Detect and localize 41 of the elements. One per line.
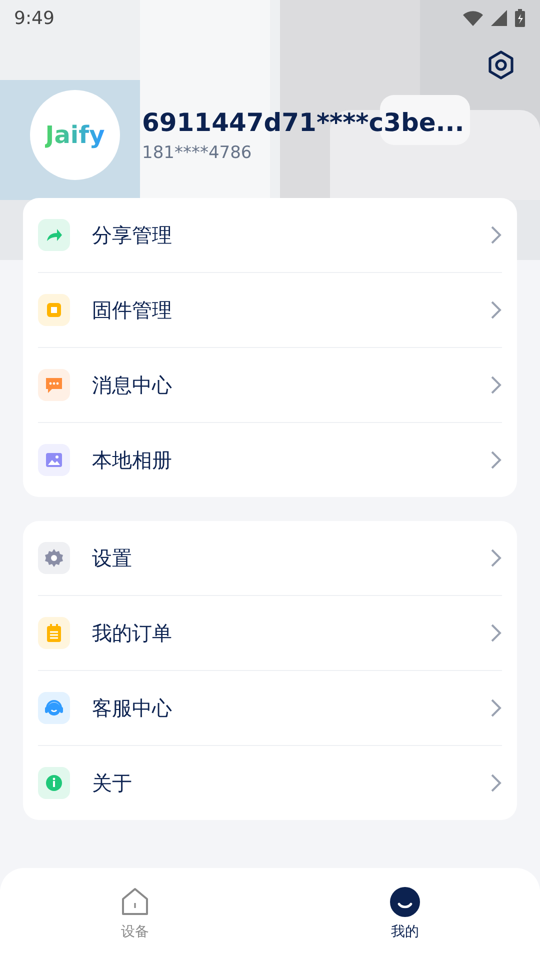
status-time: 9:49 <box>14 8 54 28</box>
chevron-right-icon <box>490 698 502 718</box>
menu-label: 本地相册 <box>92 446 173 474</box>
chevron-right-icon <box>490 225 502 245</box>
chevron-right-icon <box>490 300 502 320</box>
chevron-right-icon <box>490 548 502 568</box>
settings-icon[interactable] <box>486 50 516 80</box>
phone-number: 181****4786 <box>142 142 253 162</box>
menu-item[interactable]: 我的订单 <box>38 596 502 671</box>
menu-label: 固件管理 <box>92 296 173 324</box>
menu-label: 分享管理 <box>92 222 173 248</box>
menu-item[interactable]: 本地相册 <box>38 423 502 497</box>
chevron-right-icon <box>490 773 502 793</box>
signal-icon <box>490 9 508 27</box>
menu-item[interactable]: 设置 <box>38 521 502 596</box>
settings-icon <box>44 548 64 568</box>
message-icon <box>44 375 64 395</box>
menu-label: 关于 <box>92 770 133 796</box>
smiley-icon <box>390 887 420 917</box>
menu-item[interactable]: 固件管理 <box>38 273 502 348</box>
headset-icon <box>44 698 64 718</box>
info-icon <box>44 773 64 793</box>
menu-label: 设置 <box>92 544 133 572</box>
battery-icon <box>514 8 526 28</box>
image-icon <box>44 450 64 470</box>
menu-label: 我的订单 <box>92 620 173 646</box>
chip-icon <box>44 300 64 320</box>
menu-item[interactable]: 分享管理 <box>38 198 502 273</box>
chevron-right-icon <box>490 623 502 643</box>
menu-label: 客服中心 <box>92 694 173 722</box>
menu-label: 消息中心 <box>92 372 173 398</box>
tab[interactable]: 我的 <box>270 868 540 960</box>
home-icon <box>119 887 151 917</box>
chevron-right-icon <box>490 450 502 470</box>
menu-item[interactable]: 客服中心 <box>38 671 502 746</box>
notepad-icon <box>44 623 64 643</box>
user-name: 6911447d71****c3be... <box>142 108 464 136</box>
menu-item[interactable]: 消息中心 <box>38 348 502 423</box>
wifi-icon <box>462 9 484 27</box>
menu-item[interactable]: 关于 <box>38 746 502 820</box>
chevron-right-icon <box>490 375 502 395</box>
